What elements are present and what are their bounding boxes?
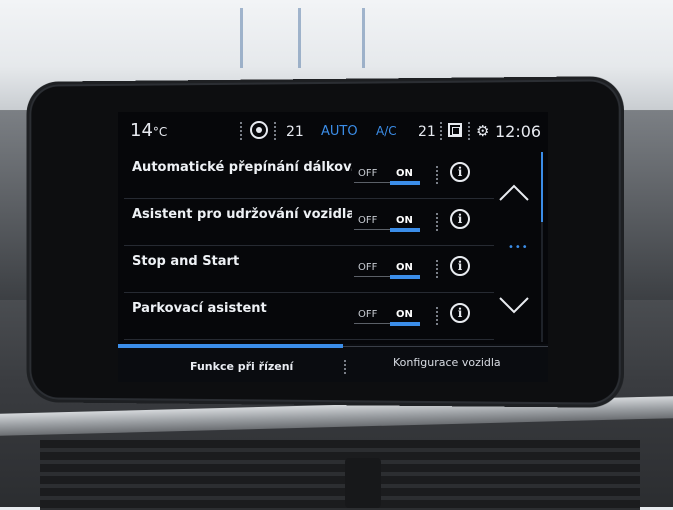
toggle-on-label[interactable]: ON [396, 309, 413, 320]
toggle-off-label[interactable]: OFF [358, 262, 377, 273]
clock: 12:06 [495, 122, 542, 141]
list-item: Parkovací asistent OFF ON i [124, 293, 494, 340]
info-icon[interactable]: i [450, 162, 470, 182]
tab-driving-functions[interactable]: Funkce při řízení [190, 360, 293, 373]
separator [274, 122, 276, 140]
flag-pole [298, 8, 301, 68]
right-zone-temp[interactable]: 21 [418, 124, 436, 140]
fan-icon[interactable] [250, 121, 268, 139]
toggle-off-label[interactable]: OFF [358, 309, 377, 320]
toggle-off-label[interactable]: OFF [358, 215, 377, 226]
flag-pole [240, 8, 243, 68]
left-zone-temp[interactable]: 21 [286, 124, 304, 140]
toggle-on-label[interactable]: ON [396, 262, 413, 273]
outside-temperature: 14°C [130, 120, 167, 141]
list-item: Asistent pro udržování vozidla... OFF ON… [124, 199, 494, 246]
gear-icon[interactable]: ⚙ [476, 122, 489, 140]
setting-label: Automatické přepínání dálkov... [132, 160, 352, 175]
chevron-up-icon[interactable] [494, 174, 534, 214]
setting-label: Asistent pro udržování vozidla... [132, 207, 352, 222]
on-off-toggle[interactable]: OFF ON [354, 307, 420, 327]
separator [344, 360, 346, 374]
on-off-toggle[interactable]: OFF ON [354, 166, 420, 186]
active-tab-indicator [118, 344, 343, 348]
toggle-off-label[interactable]: OFF [358, 168, 377, 179]
separator [440, 122, 442, 140]
screens-icon[interactable] [448, 123, 462, 137]
toggle-indicator [390, 228, 420, 232]
separator [436, 260, 438, 278]
scrollbar-thumb[interactable] [541, 152, 543, 222]
toggle-indicator [390, 181, 420, 185]
chevron-down-icon[interactable] [494, 284, 534, 324]
setting-label: Stop and Start [132, 254, 240, 269]
separator [436, 166, 438, 184]
toggle-on-label[interactable]: ON [396, 215, 413, 226]
separator [468, 122, 470, 140]
info-icon[interactable]: i [450, 256, 470, 276]
setting-label: Parkovací asistent [132, 301, 267, 316]
air-vent-tab [345, 458, 381, 508]
on-off-toggle[interactable]: OFF ON [354, 213, 420, 233]
toggle-indicator [390, 275, 420, 279]
tab-vehicle-configuration[interactable]: Konfigurace vozidla [393, 356, 501, 369]
air-vent [40, 440, 640, 510]
tab-divider-line [343, 346, 548, 347]
toggle-indicator [390, 322, 420, 326]
ac-label[interactable]: A/C [376, 124, 397, 138]
flag-pole [362, 8, 365, 68]
outside-temp-unit: °C [152, 125, 168, 139]
auto-climate-label[interactable]: AUTO [321, 124, 358, 139]
status-bar: 14°C 21 AUTO A/C 21 ⚙ 12:06 [118, 112, 548, 150]
scroll-position-dots: ••• [508, 242, 529, 253]
separator [240, 122, 242, 140]
outside-temp-value: 14 [130, 120, 153, 141]
info-icon[interactable]: i [450, 209, 470, 229]
separator [436, 213, 438, 231]
infotainment-screen: 14°C 21 AUTO A/C 21 ⚙ 12:06 Automatické … [118, 112, 548, 382]
list-item: Automatické přepínání dálkov... OFF ON i [124, 152, 494, 199]
on-off-toggle[interactable]: OFF ON [354, 260, 420, 280]
list-item: Stop and Start OFF ON i [124, 246, 494, 293]
info-icon[interactable]: i [450, 303, 470, 323]
settings-list: Automatické přepínání dálkov... OFF ON i… [124, 152, 494, 340]
toggle-on-label[interactable]: ON [396, 168, 413, 179]
separator [436, 307, 438, 325]
